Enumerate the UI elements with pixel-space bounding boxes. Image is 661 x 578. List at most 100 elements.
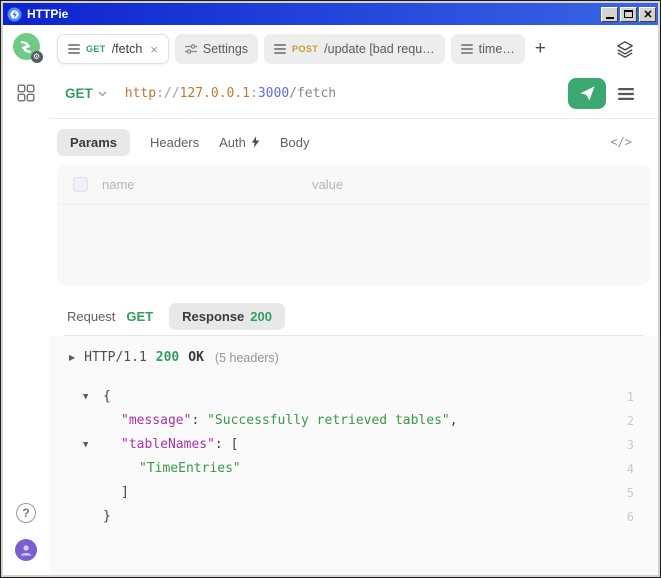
line-number: 5 [608,481,634,505]
code-text: "tableNames": [ [103,433,608,457]
new-tab-button[interactable]: + [531,38,550,60]
lightning-icon [251,136,260,148]
url-port-separator: : [250,86,258,101]
request-stack-icon [274,43,286,55]
spacer [49,285,658,297]
fold-gutter [83,457,103,481]
code-line: "TimeEntries"4 [49,457,658,481]
code-line: }6 [49,505,658,529]
layers-icon[interactable] [616,40,634,58]
tab-label: /update [bad requ… [324,42,435,56]
minimize-icon [606,17,614,19]
person-icon [19,543,33,557]
param-row: name value [57,165,650,205]
app-body: ⚙ ? GET /fetch × Settings [3,25,658,575]
url-path: /fetch [289,86,336,101]
grid-nav-icon[interactable] [17,84,35,102]
line-number: 2 [608,409,634,433]
httpie-logo[interactable]: ⚙ [13,33,40,60]
response-status-badge: 200 [250,309,272,324]
code-line: ▼"tableNames": [3 [49,433,658,457]
paper-plane-icon [579,85,596,102]
code-text: ] [103,481,608,505]
fold-gutter [83,505,103,529]
request-queue-icon[interactable] [618,87,634,101]
fold-toggle-icon[interactable]: ▼ [83,433,103,457]
tab-request[interactable]: Request GET [67,309,153,324]
tab-headers[interactable]: Headers [150,135,199,150]
app-window: HTTPie ⚙ ? GET [0,0,661,578]
main-panel: GET /fetch × Settings POST /update [bad … [49,25,658,575]
request-editor-tabs: Params Headers Auth Body </> [49,119,658,165]
line-number: 1 [608,385,634,409]
tab-response[interactable]: Response 200 [169,303,285,330]
left-rail: ⚙ ? [3,25,49,575]
code-line: ]5 [49,481,658,505]
url-host: 127.0.0.1 [180,86,250,101]
tab-method-badge: GET [86,44,106,54]
line-number: 3 [608,433,634,457]
response-tab-label: Response [182,309,244,324]
url-bar: GET http://127.0.0.1:3000/fetch [49,69,658,119]
status-code: 200 [156,350,179,365]
close-tab-icon[interactable]: × [150,42,158,57]
line-number: 4 [608,457,634,481]
tab-method-badge: POST [292,44,318,54]
params-editor: name value [57,165,650,285]
url-scheme-separator: :// [156,86,179,101]
code-text: { [103,385,608,409]
code-text: "message": "Successfully retrieved table… [103,409,608,433]
code-view-toggle-icon[interactable]: </> [610,135,632,149]
tab-label: time… [479,42,515,56]
fold-toggle-icon[interactable]: ▼ [83,385,103,409]
tab-bar: GET /fetch × Settings POST /update [bad … [49,25,658,69]
collapse-arrow-icon[interactable]: ▶ [69,353,75,362]
request-tab-label: Request [67,309,115,324]
code-text: "TimeEntries" [103,457,608,481]
param-value-input[interactable]: value [312,177,343,192]
method-selector[interactable]: GET [59,86,113,101]
tab-settings[interactable]: Settings [175,34,258,64]
exchange-tabs: Request GET Response 200 [49,297,658,335]
chevron-down-icon [98,91,107,97]
httpie-window-icon [7,7,22,22]
send-button[interactable] [568,78,606,109]
param-name-input[interactable]: name [102,177,312,192]
fold-gutter [83,409,103,433]
tab-label: Settings [203,42,248,56]
maximize-icon [624,10,633,18]
help-button[interactable]: ? [16,503,36,523]
request-stack-icon [461,43,473,55]
protocol-label: HTTP/1.1 [84,350,147,365]
url-scheme: http [125,86,156,101]
tab-fetch[interactable]: GET /fetch × [57,34,169,64]
tab-params[interactable]: Params [57,129,130,156]
response-panel: ▶ HTTP/1.1 200 OK (5 headers) ▼{1"messag… [49,336,658,575]
tab-label: /fetch [112,42,143,56]
response-status-line[interactable]: ▶ HTTP/1.1 200 OK (5 headers) [49,336,658,365]
url-input[interactable]: http://127.0.0.1:3000/fetch [125,86,568,101]
param-checkbox[interactable] [73,177,88,192]
close-icon [644,10,652,18]
url-port: 3000 [258,86,289,101]
tab-body[interactable]: Body [280,135,310,150]
fold-gutter [83,481,103,505]
line-number: 6 [608,505,634,529]
headers-summary: (5 headers) [215,351,279,365]
request-tab-method: GET [126,309,153,324]
user-avatar[interactable] [15,539,37,561]
status-reason: OK [188,350,204,365]
maximize-button[interactable] [620,7,637,22]
tab-auth[interactable]: Auth [219,135,260,150]
response-body: ▼{1"message": "Successfully retrieved ta… [49,385,658,529]
code-text: } [103,505,608,529]
tab-time[interactable]: time… [451,34,525,64]
code-line: ▼{1 [49,385,658,409]
close-button[interactable] [639,7,656,22]
method-label: GET [65,86,93,101]
title-bar[interactable]: HTTPie [3,3,658,25]
code-line: "message": "Successfully retrieved table… [49,409,658,433]
tab-update[interactable]: POST /update [bad requ… [264,34,445,64]
auth-label: Auth [219,135,246,150]
minimize-button[interactable] [601,7,618,22]
